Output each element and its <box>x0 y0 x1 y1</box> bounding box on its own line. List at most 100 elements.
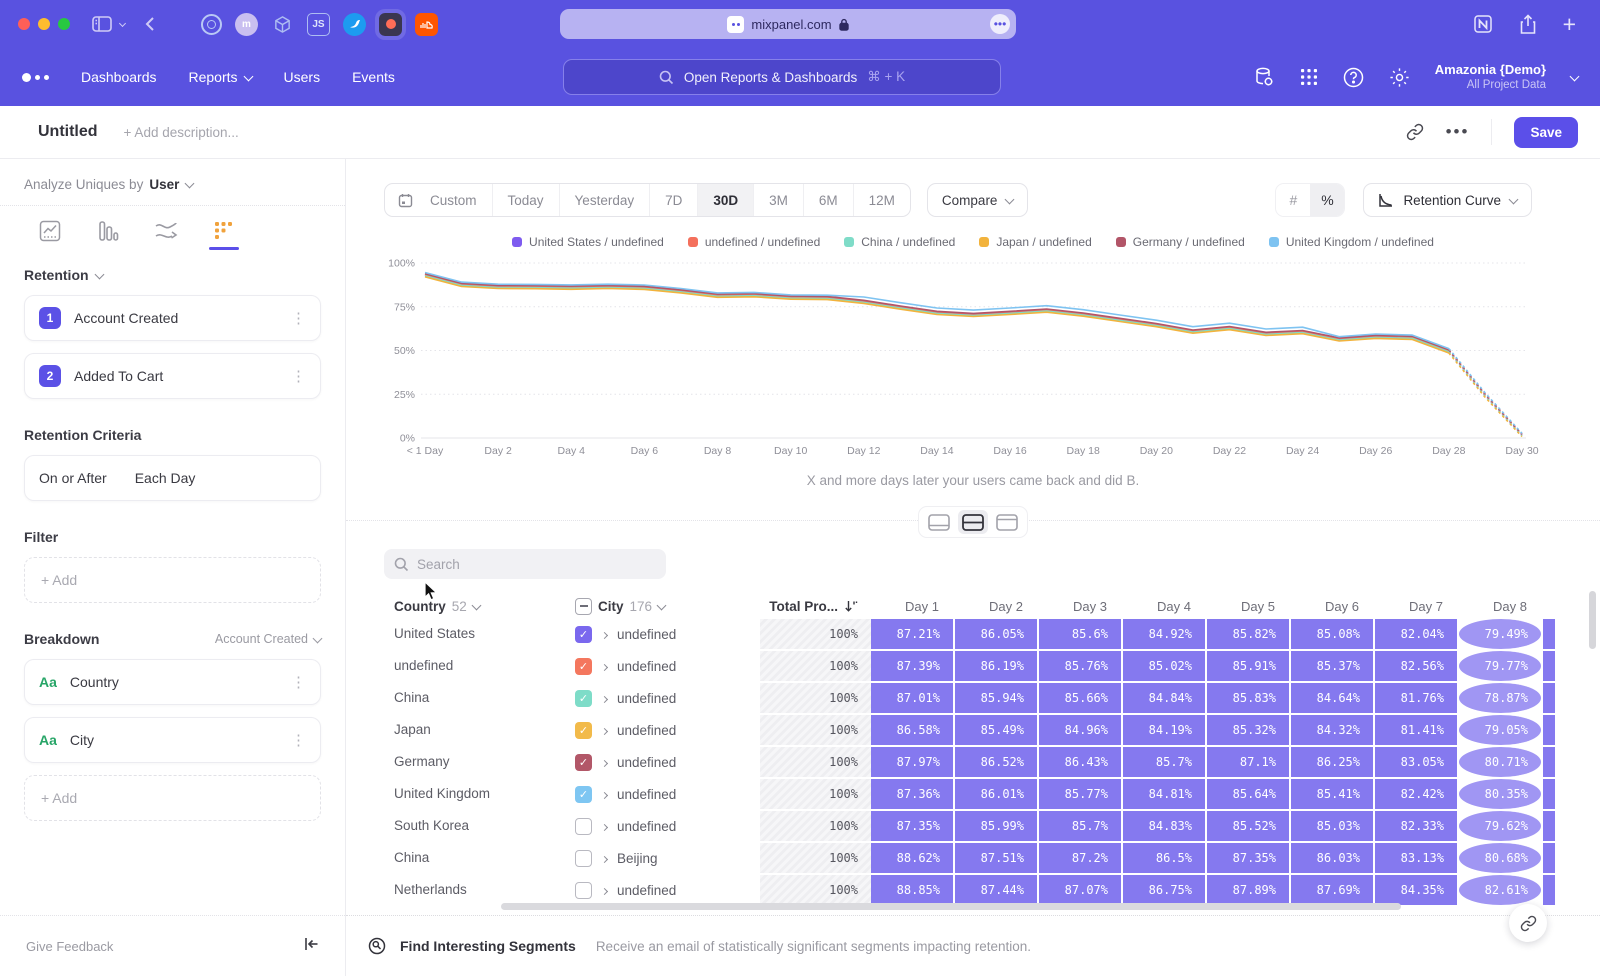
cube-extension-icon[interactable] <box>271 13 294 36</box>
expand-chevron-icon[interactable] <box>602 849 607 867</box>
back-icon[interactable] <box>145 16 155 32</box>
breakdown-card-country[interactable]: Aa Country ⋮ <box>24 659 321 705</box>
retention-cell[interactable]: 85.49% <box>955 715 1039 745</box>
retention-cell[interactable]: 87.44% <box>955 875 1039 905</box>
window-controls[interactable] <box>18 18 70 30</box>
retention-cell[interactable]: 81.76% <box>1375 683 1459 713</box>
chart-type-dropdown[interactable]: Retention Curve <box>1363 183 1532 217</box>
retention-cell[interactable]: 85.02% <box>1123 651 1207 681</box>
kebab-menu-icon[interactable]: ⋮ <box>291 673 306 691</box>
criteria-mode[interactable]: On or After <box>39 470 107 486</box>
expand-chevron-icon[interactable] <box>602 657 607 675</box>
more-menu-icon[interactable]: ••• <box>1446 122 1470 142</box>
expand-chevron-icon[interactable] <box>602 881 607 899</box>
retention-cell[interactable]: 82.61% <box>1459 875 1543 905</box>
expand-chevron-icon[interactable] <box>602 689 607 707</box>
row-checkbox[interactable] <box>575 850 592 867</box>
retention-cell[interactable]: 85.66% <box>1039 683 1123 713</box>
retention-cell[interactable]: 87.51% <box>955 843 1039 873</box>
retention-cell[interactable]: 84.81% <box>1123 779 1207 809</box>
kebab-menu-icon[interactable]: ⋮ <box>291 731 306 749</box>
row-checkbox-checked[interactable]: ✓ <box>575 786 592 803</box>
retention-cell[interactable]: 88.85% <box>871 875 955 905</box>
copy-link-icon[interactable] <box>1406 123 1424 141</box>
vertical-scrollbar[interactable] <box>1589 591 1596 649</box>
retention-cell[interactable]: 87.01% <box>871 683 955 713</box>
day-column-header[interactable]: Day 8 <box>1459 599 1543 614</box>
chart-only-view-icon[interactable] <box>924 510 954 534</box>
retention-curve-chart[interactable]: 0%25%50%75%100%< 1 DayDay 2Day 4Day 6Day… <box>346 253 1600 465</box>
retention-cell[interactable]: 85.32% <box>1207 715 1291 745</box>
retention-cell[interactable]: 86.19% <box>955 651 1039 681</box>
retention-cell[interactable]: 81.41% <box>1375 715 1459 745</box>
address-more-icon[interactable]: ••• <box>990 14 1010 34</box>
retention-cell[interactable]: 85.64% <box>1207 779 1291 809</box>
retention-cell[interactable]: 84.83% <box>1123 811 1207 841</box>
row-checkbox-checked[interactable]: ✓ <box>575 754 592 771</box>
retention-cell[interactable]: 88.62% <box>871 843 955 873</box>
retention-cell[interactable]: 84.84% <box>1123 683 1207 713</box>
retention-cell[interactable]: 82.56% <box>1375 651 1459 681</box>
retention-cell[interactable]: 79.49% <box>1459 619 1543 649</box>
day-column-header[interactable]: Day 1 <box>871 599 955 614</box>
retention-cell[interactable]: 86.43% <box>1039 747 1123 777</box>
retention-cell[interactable]: 85.52% <box>1207 811 1291 841</box>
row-checkbox-checked[interactable]: ✓ <box>575 626 592 643</box>
expand-chevron-icon[interactable] <box>602 753 607 771</box>
retention-cell[interactable]: 87.97% <box>871 747 955 777</box>
retention-cell[interactable]: 85.99% <box>955 811 1039 841</box>
retention-cell[interactable]: 87.2% <box>1039 843 1123 873</box>
retention-cell[interactable]: 85.76% <box>1039 651 1123 681</box>
city-column-header[interactable]: City176 <box>575 598 760 615</box>
new-tab-icon[interactable]: + <box>1563 11 1576 38</box>
percent-button[interactable]: % <box>1310 184 1344 216</box>
add-filter-button[interactable]: + Add <box>24 557 321 603</box>
range-yesterday[interactable]: Yesterday <box>559 184 650 216</box>
range-6m[interactable]: 6M <box>803 184 853 216</box>
share-icon[interactable] <box>1519 14 1537 35</box>
retention-cell[interactable]: 84.96% <box>1039 715 1123 745</box>
table-only-view-icon[interactable] <box>992 510 1022 534</box>
select-all-checkbox[interactable] <box>575 598 592 615</box>
row-checkbox-checked[interactable]: ✓ <box>575 722 592 739</box>
retention-cell[interactable]: 85.03% <box>1291 811 1375 841</box>
retention-cell[interactable]: 80.68% <box>1459 843 1543 873</box>
compare-dropdown[interactable]: Compare <box>927 183 1029 217</box>
retention-cell[interactable]: 87.89% <box>1207 875 1291 905</box>
expand-chevron-icon[interactable] <box>602 785 607 803</box>
split-view-icon[interactable] <box>958 510 988 534</box>
tab-flows[interactable] <box>150 215 182 247</box>
logrocket-extension-icon[interactable] <box>379 13 402 36</box>
legend-item[interactable]: United Kingdom / undefined <box>1269 235 1434 249</box>
retention-cell[interactable]: 82.33% <box>1375 811 1459 841</box>
table-search-input[interactable]: Search <box>384 549 666 579</box>
absolute-numbers-button[interactable]: # <box>1276 184 1310 216</box>
day-column-header[interactable]: Day 4 <box>1123 599 1207 614</box>
row-checkbox-checked[interactable]: ✓ <box>575 658 592 675</box>
tab-funnels[interactable] <box>92 215 124 247</box>
nav-reports[interactable]: Reports <box>189 69 252 85</box>
js-extension-icon[interactable]: JS <box>307 13 330 36</box>
tab-insights[interactable] <box>34 215 66 247</box>
soundcloud-extension-icon[interactable] <box>415 13 438 36</box>
breakdown-card-city[interactable]: Aa City ⋮ <box>24 717 321 763</box>
retention-cell[interactable]: 86.25% <box>1291 747 1375 777</box>
range-today[interactable]: Today <box>492 184 559 216</box>
retention-cell[interactable]: 84.35% <box>1375 875 1459 905</box>
kebab-menu-icon[interactable]: ⋮ <box>291 309 306 327</box>
nav-events[interactable]: Events <box>352 69 395 85</box>
minimize-window-icon[interactable] <box>38 18 50 30</box>
analyze-entity-dropdown[interactable]: User <box>149 177 193 192</box>
project-switcher[interactable]: Amazonia {Demo} All Project Data <box>1435 62 1546 93</box>
retention-cell[interactable]: 85.91% <box>1207 651 1291 681</box>
retention-cell[interactable]: 78.87% <box>1459 683 1543 713</box>
retention-cell[interactable]: 87.39% <box>871 651 955 681</box>
retention-cell[interactable]: 80.35% <box>1459 779 1543 809</box>
retention-cell[interactable]: 87.35% <box>871 811 955 841</box>
bird-extension-icon[interactable] <box>343 13 366 36</box>
data-management-icon[interactable] <box>1253 66 1275 88</box>
retention-cell[interactable]: 86.52% <box>955 747 1039 777</box>
retention-cell[interactable]: 85.6% <box>1039 619 1123 649</box>
range-3m[interactable]: 3M <box>753 184 803 216</box>
retention-cell[interactable]: 85.7% <box>1039 811 1123 841</box>
